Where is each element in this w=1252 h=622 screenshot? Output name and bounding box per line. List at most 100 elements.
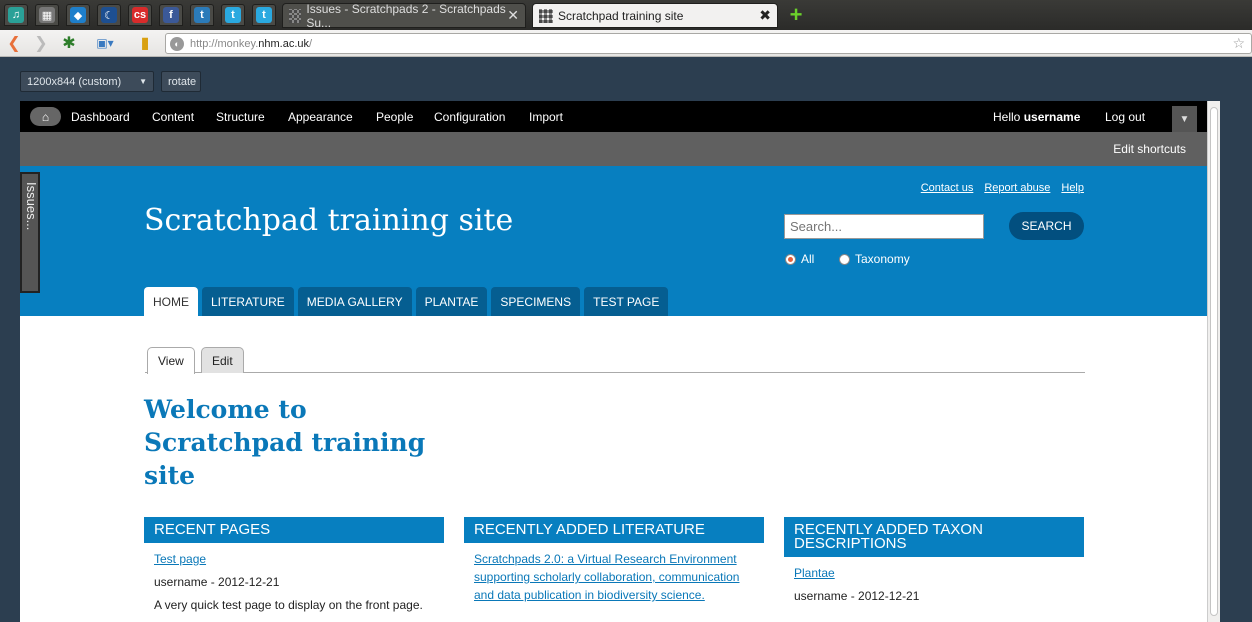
pinned-tab[interactable]: ♫ [4,4,28,26]
recent-literature-block: RECENTLY ADDED LITERATURE Scratchpads 2.… [464,517,764,611]
pinned-tab[interactable]: t [190,4,214,26]
url-bar[interactable]: ◐ http://monkey. nhm.ac.uk / ☆ [165,33,1252,54]
facebook-icon: f [163,7,179,23]
site-name[interactable]: Scratchpad training site [144,203,513,238]
page-viewport: ⌂ Dashboard Content Structure Appearance… [20,101,1207,622]
close-tab-icon[interactable]: ✕ [507,7,519,24]
help-link[interactable]: Help [1061,182,1084,194]
main-nav: HOME LITERATURE MEDIA GALLERY PLANTAE SP… [144,287,669,316]
browser-tab-strip: ♫ ▦ ◆ ☾ cs f t t t Issues - Scratchpads 2 - Scra… [0,0,1252,30]
admin-menu-people[interactable]: People [376,110,413,124]
browser-tab-issues[interactable]: Issues - Scratchpads 2 - Scratchpads Su.… [282,1,526,30]
search-button[interactable]: SEARCH [1009,212,1084,240]
contact-us-link[interactable]: Contact us [921,182,974,194]
pinned-tab[interactable]: ☾ [97,4,121,26]
page-title: Welcome to Scratchpad training site [144,395,426,490]
recent-page-link[interactable]: Test page [154,552,206,566]
pinned-tab[interactable]: t [221,4,245,26]
hello-user: Hello username [993,110,1080,124]
globe-icon: ◐ [170,36,184,51]
web-developer-icon[interactable]: ▣▾ [90,34,120,52]
edit-shortcuts-link[interactable]: Edit shortcuts [1113,142,1186,156]
block-title: RECENTLY ADDED TAXON DESCRIPTIONS [784,517,1084,557]
recent-taxon-block: RECENTLY ADDED TAXON DESCRIPTIONS Planta… [784,517,1084,612]
rotate-label: rotate [168,75,197,88]
search-input[interactable] [784,214,984,239]
report-abuse-link[interactable]: Report abuse [984,182,1050,194]
site-header: Scratchpad training site Contact us Repo… [20,166,1207,316]
tab-title: Issues - Scratchpads 2 - Scratchpads Su.… [306,1,506,30]
header-links: Contact us Report abuse Help [921,182,1084,194]
radio-taxonomy-label: Taxonomy [855,252,910,266]
chevron-down-icon: ▼ [139,77,147,86]
radio-taxonomy[interactable]: Taxonomy [839,252,910,266]
radio-selected-icon[interactable] [785,253,796,265]
page-icon [289,8,302,23]
recent-pages-block: RECENT PAGES Test page username - 2012-1… [144,517,444,621]
close-tab-icon[interactable]: ✖ [759,7,771,24]
rotate-button[interactable]: rotate [161,71,201,92]
nav-tab-plantae[interactable]: PLANTAE [415,287,488,316]
back-arrow-icon[interactable]: ❮ [6,34,22,52]
shortcuts-toggle-icon[interactable]: ▼ [1172,106,1197,132]
tab-edit[interactable]: Edit [201,347,244,373]
hello-label: Hello [993,110,1021,124]
twitter-icon: t [194,7,210,23]
pinned-tab[interactable]: ◆ [66,4,90,26]
pinned-tab[interactable]: f [159,4,183,26]
home-icon[interactable]: ⌂ [30,107,61,126]
new-tab-plus-icon[interactable]: + [784,2,808,27]
pinned-tab[interactable]: t [252,4,276,26]
block-title: RECENTLY ADDED LITERATURE [464,517,764,543]
admin-menu-structure[interactable]: Structure [216,110,265,124]
admin-menu-appearance[interactable]: Appearance [288,110,353,124]
browser-nav-bar: ❮ ❯ ✱ ▣▾ ▮ ◐ http://monkey. nhm.ac.uk / ☆ [0,30,1252,57]
music-icon: ♫ [8,7,24,23]
page-scrollbar[interactable] [1207,101,1220,622]
logout-link[interactable]: Log out [1105,110,1145,124]
page-icon [539,8,553,23]
browser-tab-scratchpad[interactable]: Scratchpad training site ✖ [532,3,778,28]
radio-all-label: All [801,252,815,266]
radio-unselected-icon[interactable] [839,253,850,265]
issues-side-tab[interactable]: Issues... [20,172,40,293]
literature-link[interactable]: Scratchpads 2.0: a Virtual Research Envi… [474,552,739,602]
twitter-icon: t [225,7,241,23]
admin-menu-dashboard[interactable]: Dashboard [71,110,130,124]
nav-tab-home[interactable]: HOME [144,287,198,316]
cs-icon: cs [132,7,148,23]
username-label: username [1023,110,1081,124]
admin-menu-import[interactable]: Import [529,110,563,124]
taxon-link[interactable]: Plantae [794,566,835,580]
tab-title: Scratchpad training site [558,8,684,23]
grid-icon: ▦ [39,7,55,23]
nav-tab-media-gallery[interactable]: MEDIA GALLERY [297,287,412,316]
shortcuts-bar: Edit shortcuts [20,132,1207,166]
taxon-meta: username - 2012-12-21 [794,589,920,603]
tab-view[interactable]: View [147,347,195,374]
nav-tab-literature[interactable]: LITERATURE [202,287,294,316]
radio-all[interactable]: All [785,252,814,266]
nav-tab-specimens[interactable]: SPECIMENS [491,287,581,316]
forward-arrow-icon[interactable]: ❯ [33,34,49,52]
moon-icon: ☾ [101,7,117,23]
twitter-icon: t [256,7,272,23]
scrollbar-thumb[interactable] [1210,107,1218,616]
admin-menu-content[interactable]: Content [152,110,194,124]
url-host: nhm.ac.uk [258,37,310,50]
addon-icon[interactable]: ▮ [136,34,154,52]
admin-menu-configuration[interactable]: Configuration [434,110,505,124]
issues-label: Issues... [24,182,39,231]
viewport-size-dropdown[interactable]: 1200x844 (custom) ▼ [20,71,154,92]
block-title: RECENT PAGES [144,517,444,543]
bug-icon[interactable]: ✱ [59,34,79,52]
pinned-tab[interactable]: cs [128,4,152,26]
local-tabs: View Edit [145,344,1085,374]
url-prefix: http://monkey. [190,37,259,50]
nav-tab-test-page[interactable]: TEST PAGE [584,287,669,316]
viewport-size-label: 1200x844 (custom) [27,75,122,88]
pinned-tab[interactable]: ▦ [35,4,59,26]
url-suffix: / [309,37,313,50]
drupal-icon: ◆ [70,7,86,23]
bookmark-star-icon[interactable]: ☆ [1232,35,1245,52]
